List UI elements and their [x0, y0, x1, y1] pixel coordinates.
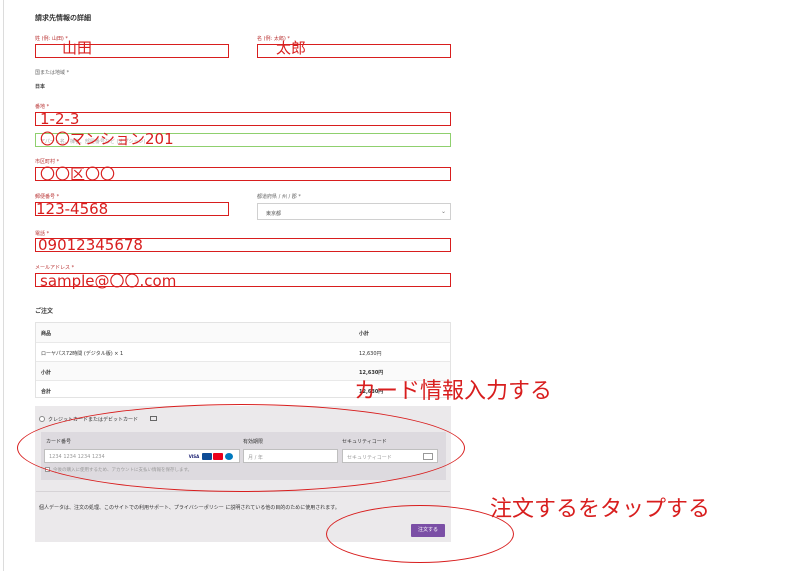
tap-order-annotation: 注文するをタップする	[490, 497, 711, 522]
subtotal-value: 12,630円	[359, 370, 384, 376]
column-header-subtotal: 小計	[359, 331, 370, 337]
order-title: ご注文	[35, 308, 54, 315]
page-left-border	[3, 0, 4, 571]
street-label: 番地 *	[35, 104, 50, 110]
privacy-text: 個人データは、注文の処理、このサイトでの利用サポート、プライバシーポリシー に説…	[39, 505, 340, 511]
postal-label: 郵便番号 *	[35, 194, 60, 200]
order-button-annotation-ellipse	[326, 505, 514, 563]
card-info-annotation: カード情報入力する	[354, 379, 553, 404]
country-label: 国または地域 *	[35, 70, 70, 76]
card-info-annotation-ellipse	[17, 404, 465, 492]
last-name-value: 山田	[62, 39, 93, 57]
subtotal-label: 小計	[41, 370, 52, 376]
building-value: 〇〇マンション201	[40, 130, 174, 148]
payment-method-radio[interactable]	[39, 416, 45, 422]
chevron-down-icon: ⌄	[440, 208, 446, 215]
phone-value: 09012345678	[38, 236, 143, 254]
prefecture-value: 東京都	[266, 211, 282, 217]
table-row: 商品 小計	[36, 323, 450, 342]
order-item-price: 12,630円	[359, 351, 382, 357]
prefecture-label: 都道府県 / 州 / 郡 *	[257, 194, 301, 200]
billing-title: 請求先情報の詳細	[35, 14, 91, 22]
prefecture-select[interactable]: 東京都 ⌄	[257, 203, 451, 220]
city-value: 〇〇区〇〇	[40, 165, 116, 183]
email-value: sample@〇〇.com	[40, 272, 177, 290]
order-item-name: ローヤパス72時間 (デジタル版) × 1	[41, 351, 124, 357]
postal-value: 123-4568	[36, 200, 109, 218]
email-label: メールアドレス *	[35, 265, 75, 271]
total-label: 合計	[41, 389, 52, 395]
country-value: 日本	[35, 84, 46, 90]
first-name-value: 太郎	[276, 39, 307, 57]
street-highlight	[35, 112, 451, 126]
street-value: 1-2-3	[40, 110, 80, 128]
city-label: 市区町村 *	[35, 159, 60, 165]
table-row: ローヤパス72時間 (デジタル版) × 1 12,630円	[36, 342, 450, 361]
table-row: 小計 12,630円	[36, 361, 450, 380]
column-header-product: 商品	[41, 331, 52, 337]
